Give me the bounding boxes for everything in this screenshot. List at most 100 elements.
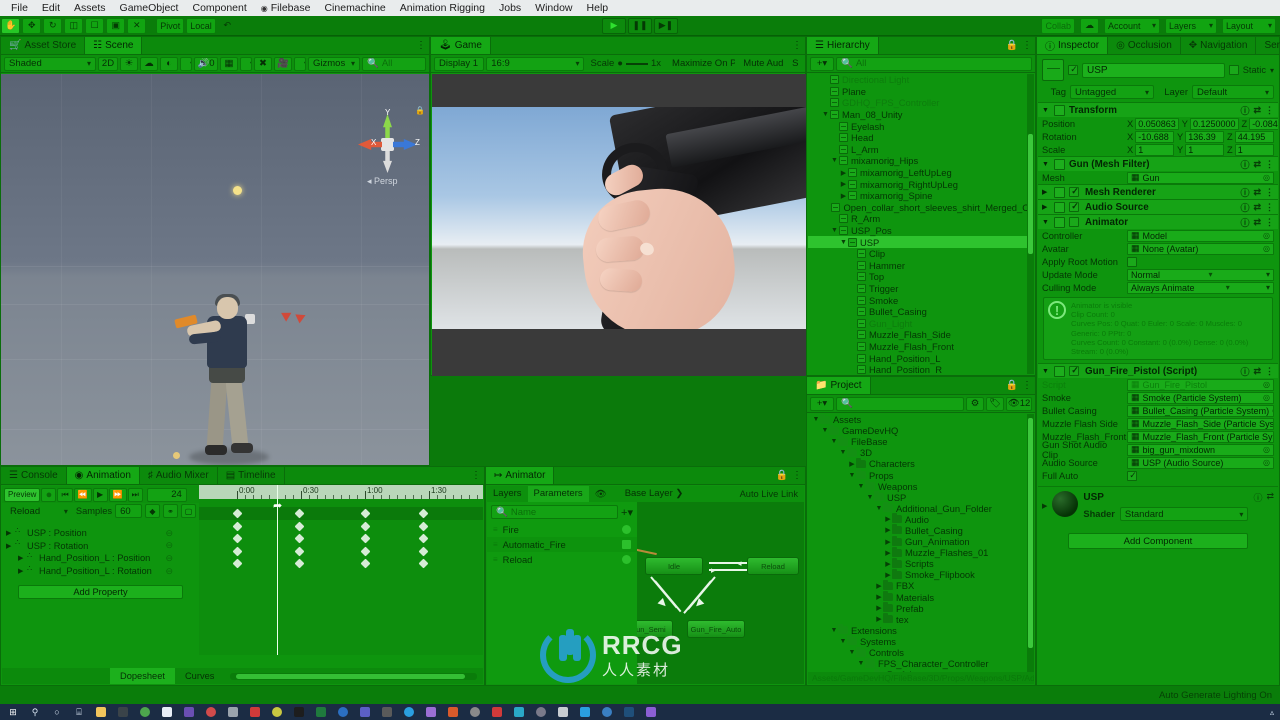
property-object-field[interactable]: ▦ None (Avatar) ◎	[1127, 242, 1274, 255]
menu-dots-icon[interactable]: ⋮	[1022, 40, 1032, 51]
hierarchy-item[interactable]: Gun_Light	[808, 317, 1029, 329]
hierarchy-item[interactable]: ▼ Man_08_Unity	[808, 109, 1029, 121]
menu-item-jobs[interactable]: Jobs	[492, 0, 528, 16]
hierarchy-item[interactable]: ▶ mixamorig_Spine	[808, 190, 1029, 202]
project-scrollbar[interactable]	[1027, 414, 1034, 672]
display-dropdown[interactable]: Display 1	[434, 56, 485, 71]
project-item[interactable]: ▶ FBX	[808, 579, 1029, 591]
dopesheet-area[interactable]: 0:000:301:001:302:00 ➦	[199, 485, 483, 655]
property-object-field[interactable]: ▦ big_gun_mixdown ◎	[1127, 443, 1274, 456]
project-item[interactable]: ▼ Extensions	[808, 624, 1029, 636]
scene-view-camera-icon[interactable]: 🎥	[274, 56, 292, 71]
cloud-button[interactable]: ☁	[1080, 17, 1099, 34]
chevron-right-icon[interactable]: ▶	[18, 554, 27, 562]
scene-fx-dropdown[interactable]	[180, 56, 192, 71]
app-icon-10[interactable]	[618, 704, 640, 720]
chevron-down-icon[interactable]: ▼	[812, 416, 820, 423]
hierarchy-item[interactable]: ▶ mixamorig_RightUpLeg	[808, 178, 1029, 190]
scene-camera-button[interactable]: ▦	[220, 56, 238, 71]
app-icon-9[interactable]	[596, 704, 618, 720]
lock-icon[interactable]: 🔒	[776, 470, 788, 481]
project-item[interactable]: ▼ Weapons	[808, 480, 1029, 492]
unity-hub-icon[interactable]	[112, 704, 134, 720]
filter-button[interactable]: ▢	[181, 504, 196, 518]
project-item[interactable]: ▼ FPS_Character_Controller	[808, 657, 1029, 669]
current-frame-field[interactable]: 24	[146, 487, 187, 502]
chevron-down-icon[interactable]: ▼	[848, 472, 856, 479]
chevron-down-icon[interactable]: ▼	[830, 438, 838, 445]
keyframe-diamond[interactable]	[294, 508, 305, 519]
gizmos-dropdown[interactable]: Gizmos	[308, 56, 360, 71]
menu-item-gameobject[interactable]: GameObject	[113, 0, 186, 16]
tab-timeline[interactable]: ▤ Timeline	[218, 467, 285, 484]
keyframe-diamond[interactable]	[360, 521, 371, 532]
help-icon[interactable]: ⓘ	[1240, 158, 1249, 171]
animator-enabled-checkbox[interactable]	[1069, 217, 1079, 227]
remove-property-icon[interactable]: ⊖	[165, 553, 173, 564]
game-viewport[interactable]	[432, 74, 806, 376]
axis-x-input[interactable]: 1	[1135, 143, 1174, 156]
preset-icon[interactable]: ⇄	[1253, 159, 1261, 170]
add-component-button[interactable]: Add Component	[1068, 533, 1248, 550]
taskbar-clock[interactable]: ▵	[1270, 708, 1280, 717]
project-tree[interactable]: ▼ Assets ▼ GameDevHQ ▼ FileBase ▼ 3D ▶ Characters…	[808, 414, 1029, 672]
tab-animation[interactable]: ◉ Animation	[66, 467, 140, 484]
custom-tool-button[interactable]: ✕	[127, 17, 147, 34]
property-object-field[interactable]: ▦ USP (Audio Source) ◎	[1127, 456, 1274, 469]
chevron-right-icon[interactable]: ▶	[1042, 502, 1047, 510]
step-button[interactable]: ▶❚	[654, 17, 678, 34]
scene-viewport[interactable]: X Y Z 🔒 ◂ Persp Animation Rigging USP ⊕	[1, 74, 429, 465]
chevron-right-icon[interactable]: ▶	[884, 560, 892, 568]
keyframe-diamond[interactable]	[360, 533, 371, 544]
help-icon[interactable]: ⓘ	[1240, 104, 1249, 117]
menu-dots-icon[interactable]: ⋮	[1265, 187, 1274, 198]
chevron-right-icon[interactable]: ▶	[875, 615, 883, 623]
preset-icon[interactable]: ⇄	[1253, 105, 1261, 116]
menu-dots-icon[interactable]: ⋮	[792, 470, 802, 481]
app-icon-2[interactable]	[376, 704, 398, 720]
animation-horizontal-scrollbar[interactable]	[230, 672, 477, 680]
menu-item-assets[interactable]: Assets	[67, 0, 113, 16]
menu-item-file[interactable]: File	[4, 0, 35, 16]
keyframe-diamond[interactable]	[294, 521, 305, 532]
menu-dots-icon[interactable]: ⋮	[1265, 159, 1274, 170]
chevron-down-icon[interactable]: ▼	[1042, 107, 1050, 114]
axis-y-input[interactable]: 1	[1185, 143, 1224, 156]
hierarchy-item[interactable]: Trigger	[808, 283, 1029, 295]
audio-source-enabled-checkbox[interactable]	[1069, 201, 1080, 212]
drag-handle-icon[interactable]: ≡	[493, 555, 498, 564]
start-icon[interactable]: ⊞	[2, 704, 24, 720]
object-picker-icon[interactable]: ◎	[1263, 244, 1270, 253]
keyframe-diamond[interactable]	[232, 533, 243, 544]
app-icon-7[interactable]	[530, 704, 552, 720]
keyframe-diamond[interactable]	[232, 521, 243, 532]
object-picker-icon[interactable]: ◎	[1263, 380, 1270, 389]
trigger-toggle[interactable]	[622, 555, 631, 564]
play-button[interactable]: ▶	[602, 17, 626, 34]
chevron-down-icon[interactable]: ▼	[866, 494, 874, 501]
chevron-down-icon[interactable]: ▼	[830, 157, 839, 164]
animator-parameter-row[interactable]: ≡ Reload	[487, 552, 637, 567]
keyframe-row[interactable]	[199, 507, 483, 520]
clip-dropdown[interactable]: Reload	[5, 504, 73, 518]
object-picker-icon[interactable]: ◎	[1263, 445, 1270, 454]
keyframe-diamond[interactable]	[360, 508, 371, 519]
character-model[interactable]	[169, 289, 289, 465]
hierarchy-item[interactable]: Hand_Position_R	[808, 364, 1029, 374]
component-header-gun-fire-pistol[interactable]: ▼ Gun_Fire_Pistol (Script) ⓘ ⇄ ⋮	[1038, 363, 1278, 379]
keyframe-diamond[interactable]	[232, 508, 243, 519]
explorer-icon[interactable]	[90, 704, 112, 720]
preview-toggle-button[interactable]: Preview	[4, 487, 41, 502]
substance-icon[interactable]	[266, 704, 288, 720]
keyframe-diamond[interactable]	[418, 533, 429, 544]
eye-icon[interactable]: 👁	[589, 489, 613, 500]
keyframe-row[interactable]	[199, 520, 483, 533]
search-icon[interactable]: ⚲	[24, 704, 46, 720]
menu-dots-icon[interactable]: ⋮	[792, 40, 802, 51]
app-icon-3[interactable]	[442, 704, 464, 720]
axis-y-input[interactable]: 0.1250000	[1189, 117, 1239, 130]
hierarchy-item[interactable]: L_Arm	[808, 144, 1029, 156]
tab-navigation[interactable]: ✥ Navigation	[1181, 37, 1257, 54]
hand-tool-button[interactable]: ✋	[1, 17, 21, 34]
curves-tab-button[interactable]: Curves	[175, 668, 224, 684]
